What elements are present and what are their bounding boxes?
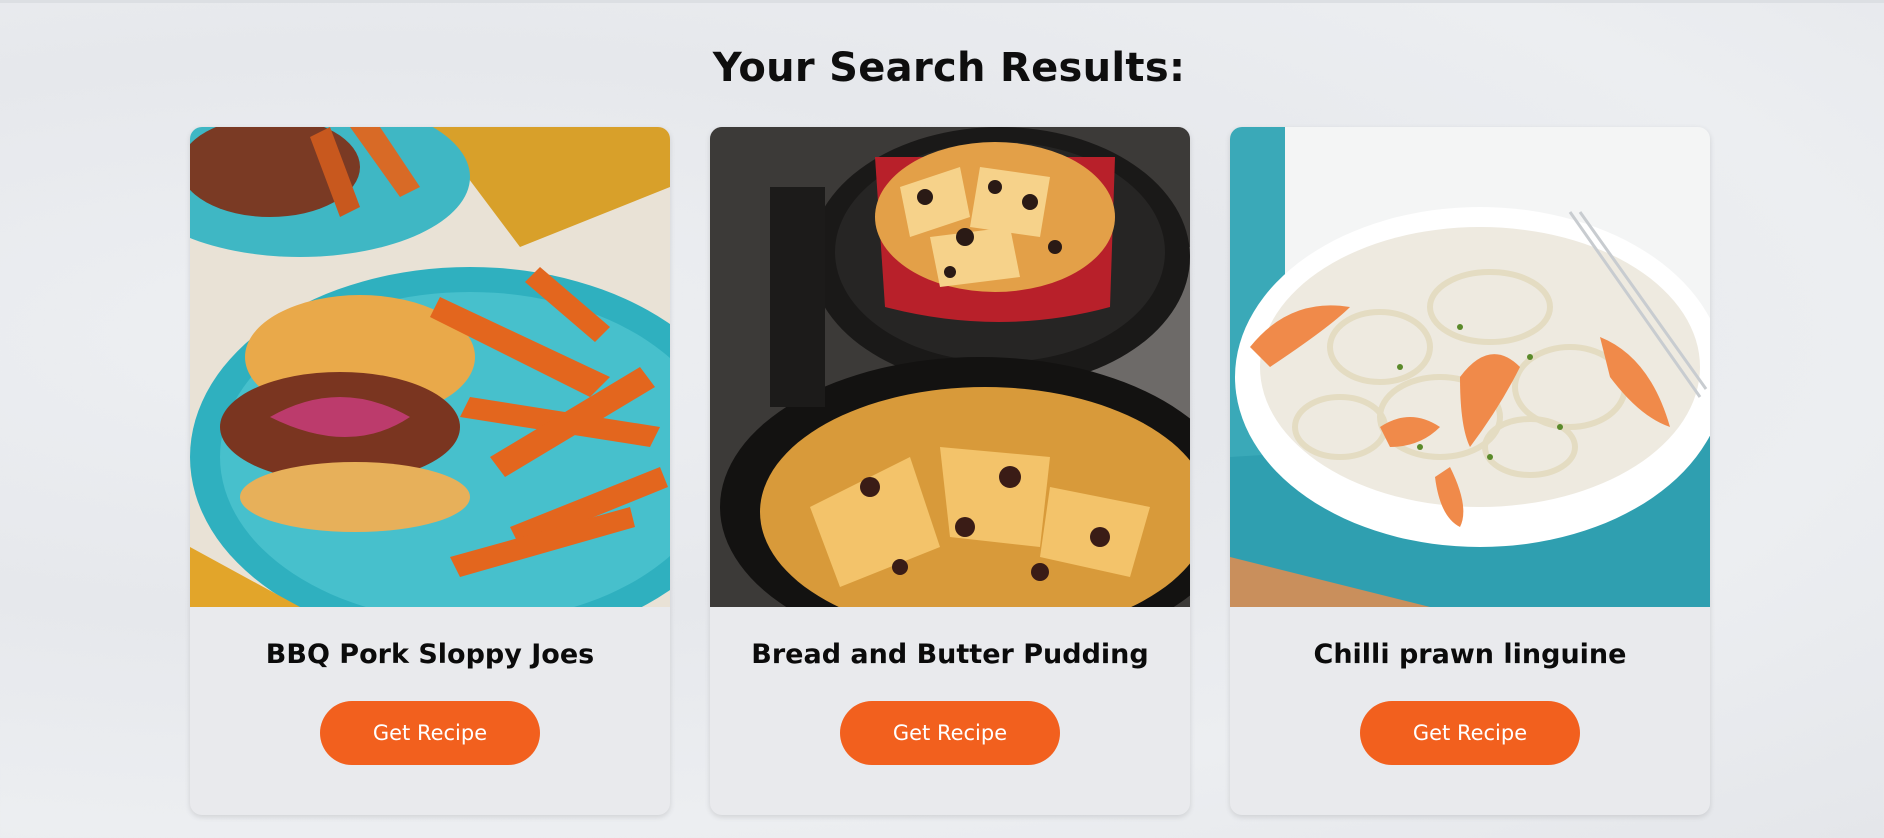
recipe-card: Chilli prawn linguine Get Recipe: [1230, 127, 1710, 815]
page-title: Your Search Results:: [712, 44, 1186, 91]
recipe-title: BBQ Pork Sloppy Joes: [265, 639, 595, 670]
recipe-card: BBQ Pork Sloppy Joes Get Recipe: [190, 127, 670, 815]
get-recipe-button[interactable]: Get Recipe: [840, 701, 1060, 765]
recipe-title: Chilli prawn linguine: [1313, 639, 1627, 670]
recipe-photo: [1230, 127, 1710, 607]
top-border: [0, 0, 1884, 3]
recipe-card: Bread and Butter Pudding Get Recipe: [710, 127, 1190, 815]
get-recipe-button[interactable]: Get Recipe: [320, 701, 540, 765]
get-recipe-button[interactable]: Get Recipe: [1360, 701, 1580, 765]
recipe-photo: [190, 127, 670, 607]
recipe-title: Bread and Butter Pudding: [751, 639, 1149, 670]
recipe-photo: [710, 127, 1190, 607]
